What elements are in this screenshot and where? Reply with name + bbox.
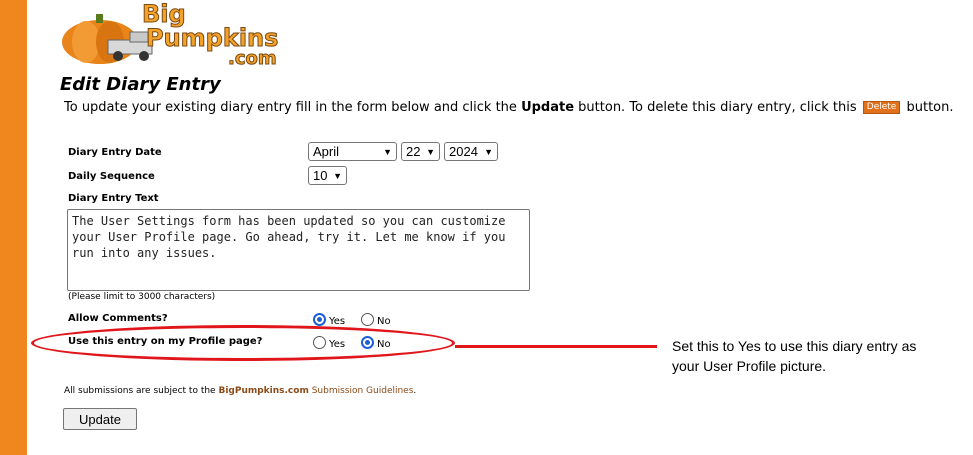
bigpumpkins-link[interactable]: BigPumpkins.com [218,386,308,396]
delete-button[interactable]: Delete [862,101,901,114]
intro-update-word: Update [521,100,575,115]
month-select[interactable]: April ▼ [308,142,397,161]
chevron-down-icon: ▼ [383,146,392,157]
comments-yes-label: Yes [329,316,346,327]
chevron-down-icon: ▼ [484,146,493,157]
intro-text: To update your existing diary entry fill… [64,100,954,115]
highlight-oval [31,325,455,361]
comments-yes-radio[interactable] [313,313,326,326]
diary-text-area[interactable]: The User Settings form has been updated … [67,209,530,291]
intro-part-3: button. [902,100,954,115]
annotation-line-2: your User Profile picture. [672,358,827,374]
disclaimer-period: . [413,386,417,396]
annotation-callout: Set this to Yes to use this diary entry … [672,336,916,376]
allow-comments-label: Allow Comments? [68,313,168,324]
sequence-value: 10 [313,168,328,183]
month-value: April [313,144,340,159]
logo-graphic: Big Pumpkins .com [62,0,279,68]
sequence-select[interactable]: 10 ▼ [308,166,347,185]
day-value: 22 [406,144,421,159]
comments-no-label: No [377,316,391,327]
logo-text-com: .com [228,48,277,68]
page-title: Edit Diary Entry [60,74,221,95]
annotation-connector-line [455,345,657,348]
diary-text-label: Diary Entry Text [68,193,159,204]
chevron-down-icon: ▼ [333,170,342,181]
bigpumpkins-logo[interactable]: Big Pumpkins .com [60,0,292,68]
year-value: 2024 [449,144,478,159]
disclaimer-text: All submissions are subject to the [64,386,219,396]
intro-part-1: To update your existing diary entry fill… [64,100,522,115]
diary-date-label: Diary Entry Date [68,147,162,158]
year-select[interactable]: 2024 ▼ [444,142,498,161]
comments-no-radio[interactable] [361,313,374,326]
daily-sequence-label: Daily Sequence [68,171,155,182]
update-button[interactable]: Update [63,408,137,430]
annotation-line-1: Set this to Yes to use this diary entry … [672,338,917,354]
submission-disclaimer: All submissions are subject to the BigPu… [64,386,416,396]
left-accent-stripe [0,0,27,455]
intro-part-2: button. To delete this diary entry, clic… [574,100,861,115]
submission-guidelines-link[interactable]: Submission Guidelines [309,386,414,396]
day-select[interactable]: 22 ▼ [401,142,440,161]
character-limit-hint: (Please limit to 3000 characters) [68,292,216,302]
chevron-down-icon: ▼ [426,146,435,157]
